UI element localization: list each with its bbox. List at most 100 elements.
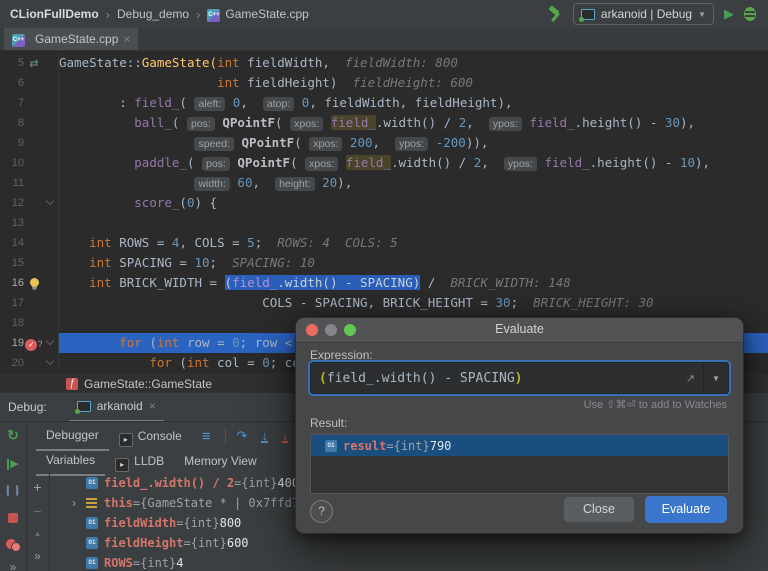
code-text[interactable]: : field_( aleft: 0, atop: 0, fieldWidth,…	[59, 93, 768, 113]
code-text[interactable]: int ROWS = 4, COLS = 5; ROWS: 4 COLS: 5	[59, 233, 768, 253]
fold-marker-icon[interactable]	[44, 193, 56, 213]
fold-marker-icon[interactable]	[44, 333, 56, 353]
code-line-9[interactable]: 9 speed: QPointF( xpos: 200, ypos: -200)…	[0, 133, 768, 153]
gutter[interactable]: 17	[0, 293, 59, 313]
breakpoint-icon[interactable]: ✓?	[24, 333, 44, 354]
breadcrumb-project[interactable]: CLionFullDemo	[10, 7, 99, 21]
expand-chevron-icon[interactable]: ›	[72, 496, 86, 510]
gutter[interactable]: 11	[0, 173, 59, 193]
breadcrumb-function[interactable]: GameState::GameState	[84, 377, 212, 391]
result-row[interactable]: 01 result = {int} 790	[311, 435, 728, 456]
gutter[interactable]: 5 ⇄	[0, 53, 59, 73]
code-text[interactable]: ball_( pos: QPointF( xpos: field_.width(…	[59, 113, 768, 133]
code-text[interactable]	[59, 213, 768, 233]
code-text[interactable]: COLS - SPACING, BRICK_HEIGHT = 30; BRICK…	[59, 293, 768, 313]
expression-input[interactable]: (field_.width() - SPACING) ↗ ▼	[310, 362, 729, 394]
remove-watch-button[interactable]: −	[26, 503, 49, 519]
close-icon[interactable]: ×	[123, 32, 130, 46]
fold-marker-icon[interactable]	[44, 353, 56, 373]
code-line-7[interactable]: 7 : field_( aleft: 0, atop: 0, fieldWidt…	[0, 93, 768, 113]
code-segment: ;	[254, 235, 278, 250]
code-line-15[interactable]: 15 int SPACING = 10; SPACING: 10	[0, 253, 768, 273]
code-text[interactable]: width: 60, height: 20),	[59, 173, 768, 193]
code-text[interactable]: int SPACING = 10; SPACING: 10	[59, 253, 768, 273]
force-step-into-button[interactable]: ↓	[281, 429, 289, 443]
breadcrumb-file[interactable]: GameState.cpp	[225, 7, 308, 21]
view-breakpoints-button[interactable]	[0, 539, 26, 554]
code-line-13[interactable]: 13	[0, 213, 768, 233]
resume-button[interactable]: ▶	[0, 456, 26, 470]
code-line-11[interactable]: 11 width: 60, height: 20),	[0, 173, 768, 193]
tab-memory-view[interactable]: Memory View	[174, 448, 266, 475]
gutter[interactable]: 6	[0, 73, 59, 93]
variable-row[interactable]: 01 fieldHeight = {int} 600	[50, 533, 768, 553]
navigate-icon[interactable]: ⇄	[24, 53, 44, 74]
gutter[interactable]: 9	[0, 133, 59, 153]
evaluate-button[interactable]: Evaluate	[645, 496, 727, 523]
session-tab-arkanoid[interactable]: arkanoid ×	[68, 393, 164, 422]
expand-editor-icon[interactable]: ↗	[678, 372, 703, 385]
more-watches-button[interactable]: »	[26, 549, 49, 563]
code-segment: score_	[134, 195, 180, 210]
move-up-button[interactable]: ▲	[26, 529, 49, 538]
step-over-button[interactable]: ↷	[237, 428, 248, 444]
rerun-button[interactable]: ↻	[0, 427, 26, 444]
result-tree[interactable]: 01 result = {int} 790	[310, 434, 729, 494]
close-icon[interactable]: ×	[149, 399, 156, 413]
gutter[interactable]: 16	[0, 273, 59, 293]
gutter[interactable]: 14	[0, 233, 59, 253]
code-text[interactable]: int BRICK_WIDTH = (field_.width() - SPAC…	[59, 273, 768, 293]
gutter[interactable]: 8	[0, 113, 59, 133]
gutter[interactable]: 19 ✓?	[0, 333, 59, 353]
expression-label: Expression:	[310, 348, 373, 362]
tab-variables[interactable]: Variables	[36, 447, 106, 476]
run-configuration-select[interactable]: arkanoid | Debug ▼	[572, 3, 714, 25]
debug-button[interactable]	[744, 7, 756, 21]
code-text[interactable]: int fieldHeight) fieldHeight: 600	[59, 73, 768, 93]
code-segment: ),	[679, 115, 696, 130]
code-line-10[interactable]: 10 paddle_( pos: QPointF( xpos: field_.w…	[0, 153, 768, 173]
object-value-icon	[86, 497, 97, 501]
help-button[interactable]: ?	[310, 500, 333, 523]
code-text[interactable]: paddle_( pos: QPointF( xpos: field_.widt…	[59, 153, 768, 173]
code-line-17[interactable]: 17 COLS - SPACING, BRICK_HEIGHT = 30; BR…	[0, 293, 768, 313]
step-into-button[interactable]: ↓	[261, 429, 268, 443]
result-eq: =	[386, 438, 394, 453]
build-icon[interactable]	[547, 6, 563, 22]
code-segment: 0	[225, 95, 241, 110]
gutter[interactable]: 18	[0, 313, 59, 333]
dialog-titlebar[interactable]: Evaluate	[296, 318, 743, 343]
primitive-value-icon: 01	[86, 517, 98, 529]
code-line-16[interactable]: 16 int BRICK_WIDTH = (field_.width() - S…	[0, 273, 768, 293]
code-line-12[interactable]: 12 score_(0) {	[0, 193, 768, 213]
code-line-8[interactable]: 8 ball_( pos: QPointF( xpos: field_.widt…	[0, 113, 768, 133]
run-button[interactable]: ▶	[724, 6, 734, 22]
gutter[interactable]: 12	[0, 193, 59, 213]
more-actions-button[interactable]: »	[0, 560, 26, 571]
add-watch-button[interactable]: +	[26, 479, 49, 495]
code-text[interactable]: score_(0) {	[59, 193, 768, 213]
gutter[interactable]: 7	[0, 93, 59, 113]
gutter[interactable]: 13	[0, 213, 59, 233]
gutter[interactable]: 15	[0, 253, 59, 273]
gutter[interactable]: 10	[0, 153, 59, 173]
tab-gamestate-cpp[interactable]: C++ GameState.cpp ×	[4, 28, 139, 50]
gutter[interactable]: 20	[0, 353, 59, 373]
stop-button[interactable]	[0, 512, 26, 526]
code-text[interactable]: speed: QPointF( xpos: 200, ypos: -200)),	[59, 133, 768, 153]
code-line-5[interactable]: 5 ⇄ GameState::GameState(int fieldWidth, f…	[0, 53, 768, 73]
intention-bulb-icon[interactable]	[24, 273, 44, 293]
variable-row[interactable]: 01 ROWS = {int} 4	[50, 553, 768, 571]
code-line-14[interactable]: 14 int ROWS = 4, COLS = 5; ROWS: 4 COLS:…	[0, 233, 768, 253]
close-button[interactable]: Close	[563, 496, 635, 523]
code-text[interactable]: GameState::GameState(int fieldWidth, fie…	[59, 53, 768, 73]
app-monitor-icon	[74, 400, 91, 414]
code-line-6[interactable]: 6 int fieldHeight) fieldHeight: 600	[0, 73, 768, 93]
pause-button[interactable]: ❙❙	[0, 485, 26, 496]
expression-history-dropdown[interactable]: ▼	[704, 374, 728, 383]
tab-console[interactable]: ▸ Console	[109, 423, 192, 450]
breadcrumb-folder[interactable]: Debug_demo	[117, 7, 189, 21]
tab-lldb[interactable]: ▸ LLDB	[105, 448, 174, 475]
layout-menu-icon[interactable]: ≡	[202, 428, 211, 445]
